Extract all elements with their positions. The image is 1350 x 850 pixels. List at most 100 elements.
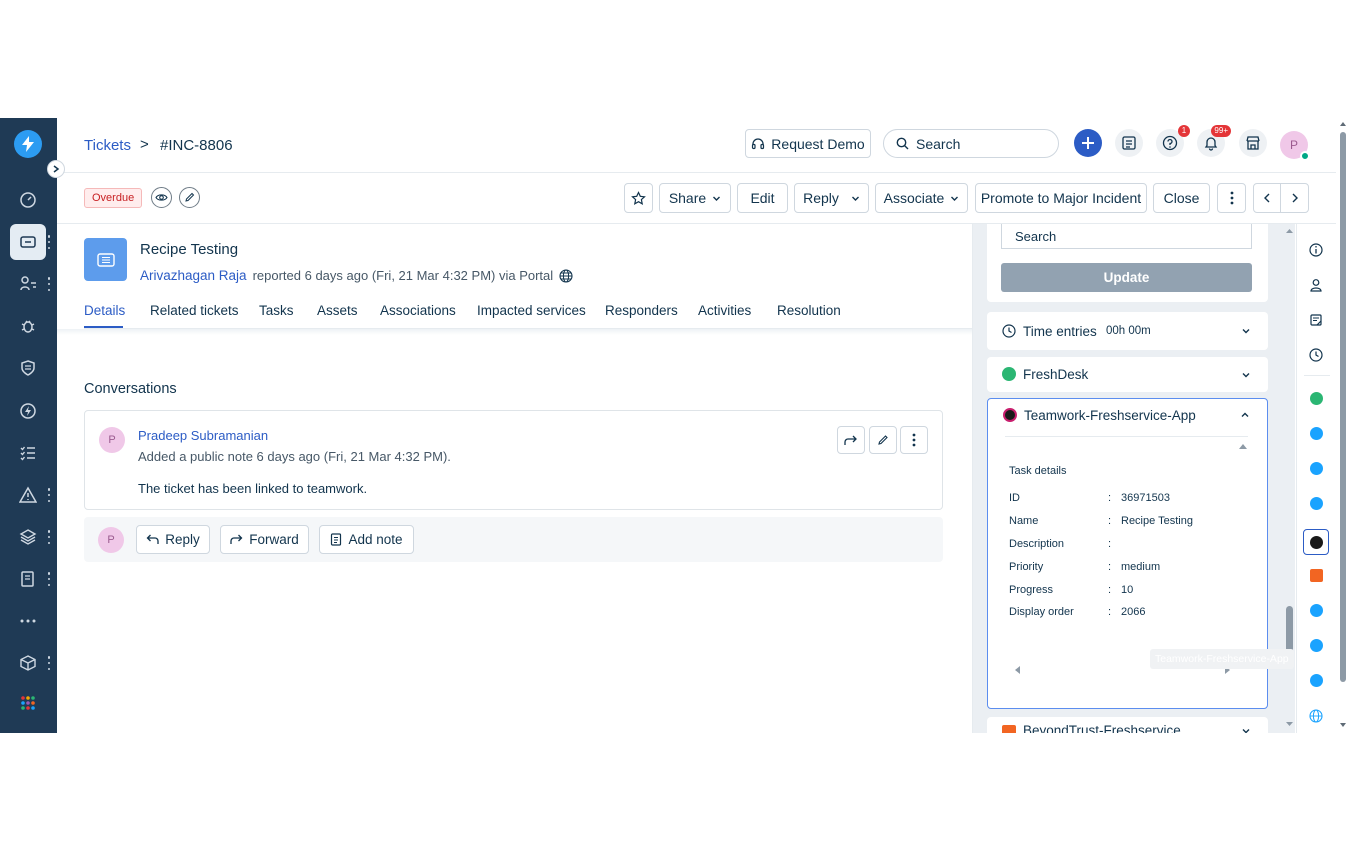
promote-major-incident-button[interactable]: Promote to Major Incident: [975, 183, 1147, 213]
tab-tasks[interactable]: Tasks: [259, 303, 294, 318]
associate-label: Associate: [883, 190, 945, 206]
notes-icon[interactable]: [1308, 312, 1324, 328]
add-note-button[interactable]: Add note: [319, 525, 414, 554]
tab-associations[interactable]: Associations: [380, 303, 456, 318]
notifications-button[interactable]: 99+: [1197, 125, 1231, 157]
alerts-more-icon[interactable]: [47, 488, 51, 502]
teamwork-strip-icon[interactable]: [1310, 536, 1323, 549]
tab-details[interactable]: Details: [84, 303, 125, 318]
request-demo-button[interactable]: Request Demo: [745, 129, 871, 158]
changes-more-icon[interactable]: [47, 277, 51, 291]
requester-info-icon[interactable]: [1308, 277, 1324, 293]
tab-assets[interactable]: Assets: [317, 303, 358, 318]
info-icon[interactable]: [1308, 242, 1324, 258]
globe-icon[interactable]: [1308, 708, 1324, 724]
plus-icon: [1082, 137, 1094, 149]
more-actions-button[interactable]: [1217, 183, 1246, 213]
freshservice-app-icon[interactable]: [1310, 497, 1323, 510]
tab-impacted-services[interactable]: Impacted services: [477, 303, 586, 318]
scroll-up-arrow-icon[interactable]: [1339, 121, 1347, 127]
reply-dropdown-button[interactable]: Reply: [794, 183, 869, 213]
tickets-icon[interactable]: [10, 224, 46, 260]
watch-button[interactable]: [151, 187, 172, 208]
requester-link[interactable]: Arivazhagan Raja: [140, 268, 247, 283]
tab-related-tickets[interactable]: Related tickets: [150, 303, 239, 318]
beyondtrust-app-card[interactable]: BeyondTrust-Freshservice: [987, 717, 1268, 733]
chevron-up-icon[interactable]: [1240, 410, 1250, 420]
assets-more-icon[interactable]: [47, 530, 51, 544]
freshservice-app-icon[interactable]: [1310, 462, 1323, 475]
admin-more-icon[interactable]: [47, 656, 51, 670]
global-search-input[interactable]: Search: [883, 129, 1059, 158]
request-demo-label: Request Demo: [771, 135, 865, 152]
scroll-down-arrow-icon[interactable]: [1339, 722, 1347, 728]
task-field-colon: :: [1108, 606, 1112, 618]
problems-bug-icon[interactable]: [10, 308, 46, 344]
tab-resolution[interactable]: Resolution: [777, 303, 841, 318]
tab-responders[interactable]: Responders: [605, 303, 678, 318]
share-button[interactable]: Share: [659, 183, 731, 213]
expand-nav-button[interactable]: [47, 160, 65, 178]
note-more-button[interactable]: [900, 426, 928, 454]
automations-bolt-icon[interactable]: [10, 393, 46, 429]
globe-icon: [559, 268, 573, 283]
tasks-list-icon[interactable]: [10, 435, 46, 471]
help-badge: 1: [1178, 125, 1190, 137]
freshservice-app-icon[interactable]: [1310, 639, 1323, 652]
conversation-author-link[interactable]: Pradeep Subramanian: [138, 428, 268, 443]
help-button[interactable]: 1: [1156, 125, 1190, 157]
close-ticket-button[interactable]: Close: [1153, 183, 1210, 213]
assets-layers-icon[interactable]: [10, 519, 46, 555]
forward-button[interactable]: Forward: [220, 525, 309, 554]
edit-properties-button[interactable]: [179, 187, 200, 208]
solutions-book-icon[interactable]: [10, 561, 46, 597]
solutions-more-icon[interactable]: [47, 572, 51, 586]
freshservice-logo-icon[interactable]: [14, 130, 42, 158]
author-avatar: P: [99, 427, 125, 453]
teamwork-label[interactable]: Teamwork-Freshservice-App: [1024, 408, 1196, 423]
freshdesk-strip-icon[interactable]: [1310, 392, 1323, 405]
forward-note-button[interactable]: [837, 426, 865, 454]
tab-activities[interactable]: Activities: [698, 303, 751, 318]
freshdesk-app-card[interactable]: FreshDesk: [987, 357, 1268, 392]
alerts-warning-icon[interactable]: [10, 477, 46, 513]
time-entries-clock-icon[interactable]: [1308, 347, 1324, 363]
page-scroll-thumb[interactable]: [1340, 132, 1346, 682]
release-notes-button[interactable]: [1115, 129, 1143, 157]
previous-ticket-button[interactable]: [1254, 184, 1281, 212]
beyondtrust-strip-icon[interactable]: [1310, 569, 1323, 582]
marketplace-button[interactable]: [1239, 129, 1267, 157]
next-ticket-button[interactable]: [1281, 184, 1308, 212]
reply-button[interactable]: Reply: [136, 525, 210, 554]
changes-icon[interactable]: [10, 266, 46, 302]
scroll-down-arrow-icon[interactable]: [1285, 721, 1294, 727]
update-button[interactable]: Update: [1001, 263, 1252, 292]
freshservice-app-icon[interactable]: [1310, 604, 1323, 617]
user-avatar[interactable]: P: [1280, 131, 1310, 161]
associate-button[interactable]: Associate: [875, 183, 968, 213]
properties-search-input[interactable]: Search: [1001, 224, 1252, 249]
chevron-down-icon: [951, 196, 959, 201]
time-entries-card[interactable]: Time entries 00h 00m: [987, 312, 1268, 350]
ticket-title: Recipe Testing: [140, 241, 239, 258]
favorite-star-button[interactable]: [624, 183, 653, 213]
edit-note-button[interactable]: [869, 426, 897, 454]
breadcrumb-tickets-link[interactable]: Tickets: [84, 137, 131, 154]
new-item-plus-button[interactable]: [1074, 129, 1102, 157]
more-horizontal-icon[interactable]: [10, 603, 46, 639]
edit-button[interactable]: Edit: [737, 183, 788, 213]
apps-grid-icon[interactable]: [10, 685, 46, 721]
releases-shield-icon[interactable]: [10, 350, 46, 386]
scroll-up-arrow-icon[interactable]: [1285, 228, 1294, 234]
freshservice-app-icon[interactable]: [1310, 674, 1323, 687]
task-field-colon: :: [1108, 492, 1112, 504]
scroll-left-arrow-icon[interactable]: [1014, 665, 1021, 675]
admin-cube-icon[interactable]: [10, 645, 46, 681]
dashboard-icon[interactable]: [10, 182, 46, 218]
forward-arrow-icon: [844, 435, 857, 445]
tickets-more-icon[interactable]: [47, 235, 51, 249]
page-scrollbar[interactable]: [1336, 118, 1350, 733]
freshservice-app-icon[interactable]: [1310, 427, 1323, 440]
scroll-up-arrow-icon[interactable]: [1238, 443, 1248, 450]
kebab-menu-icon: [912, 433, 916, 447]
